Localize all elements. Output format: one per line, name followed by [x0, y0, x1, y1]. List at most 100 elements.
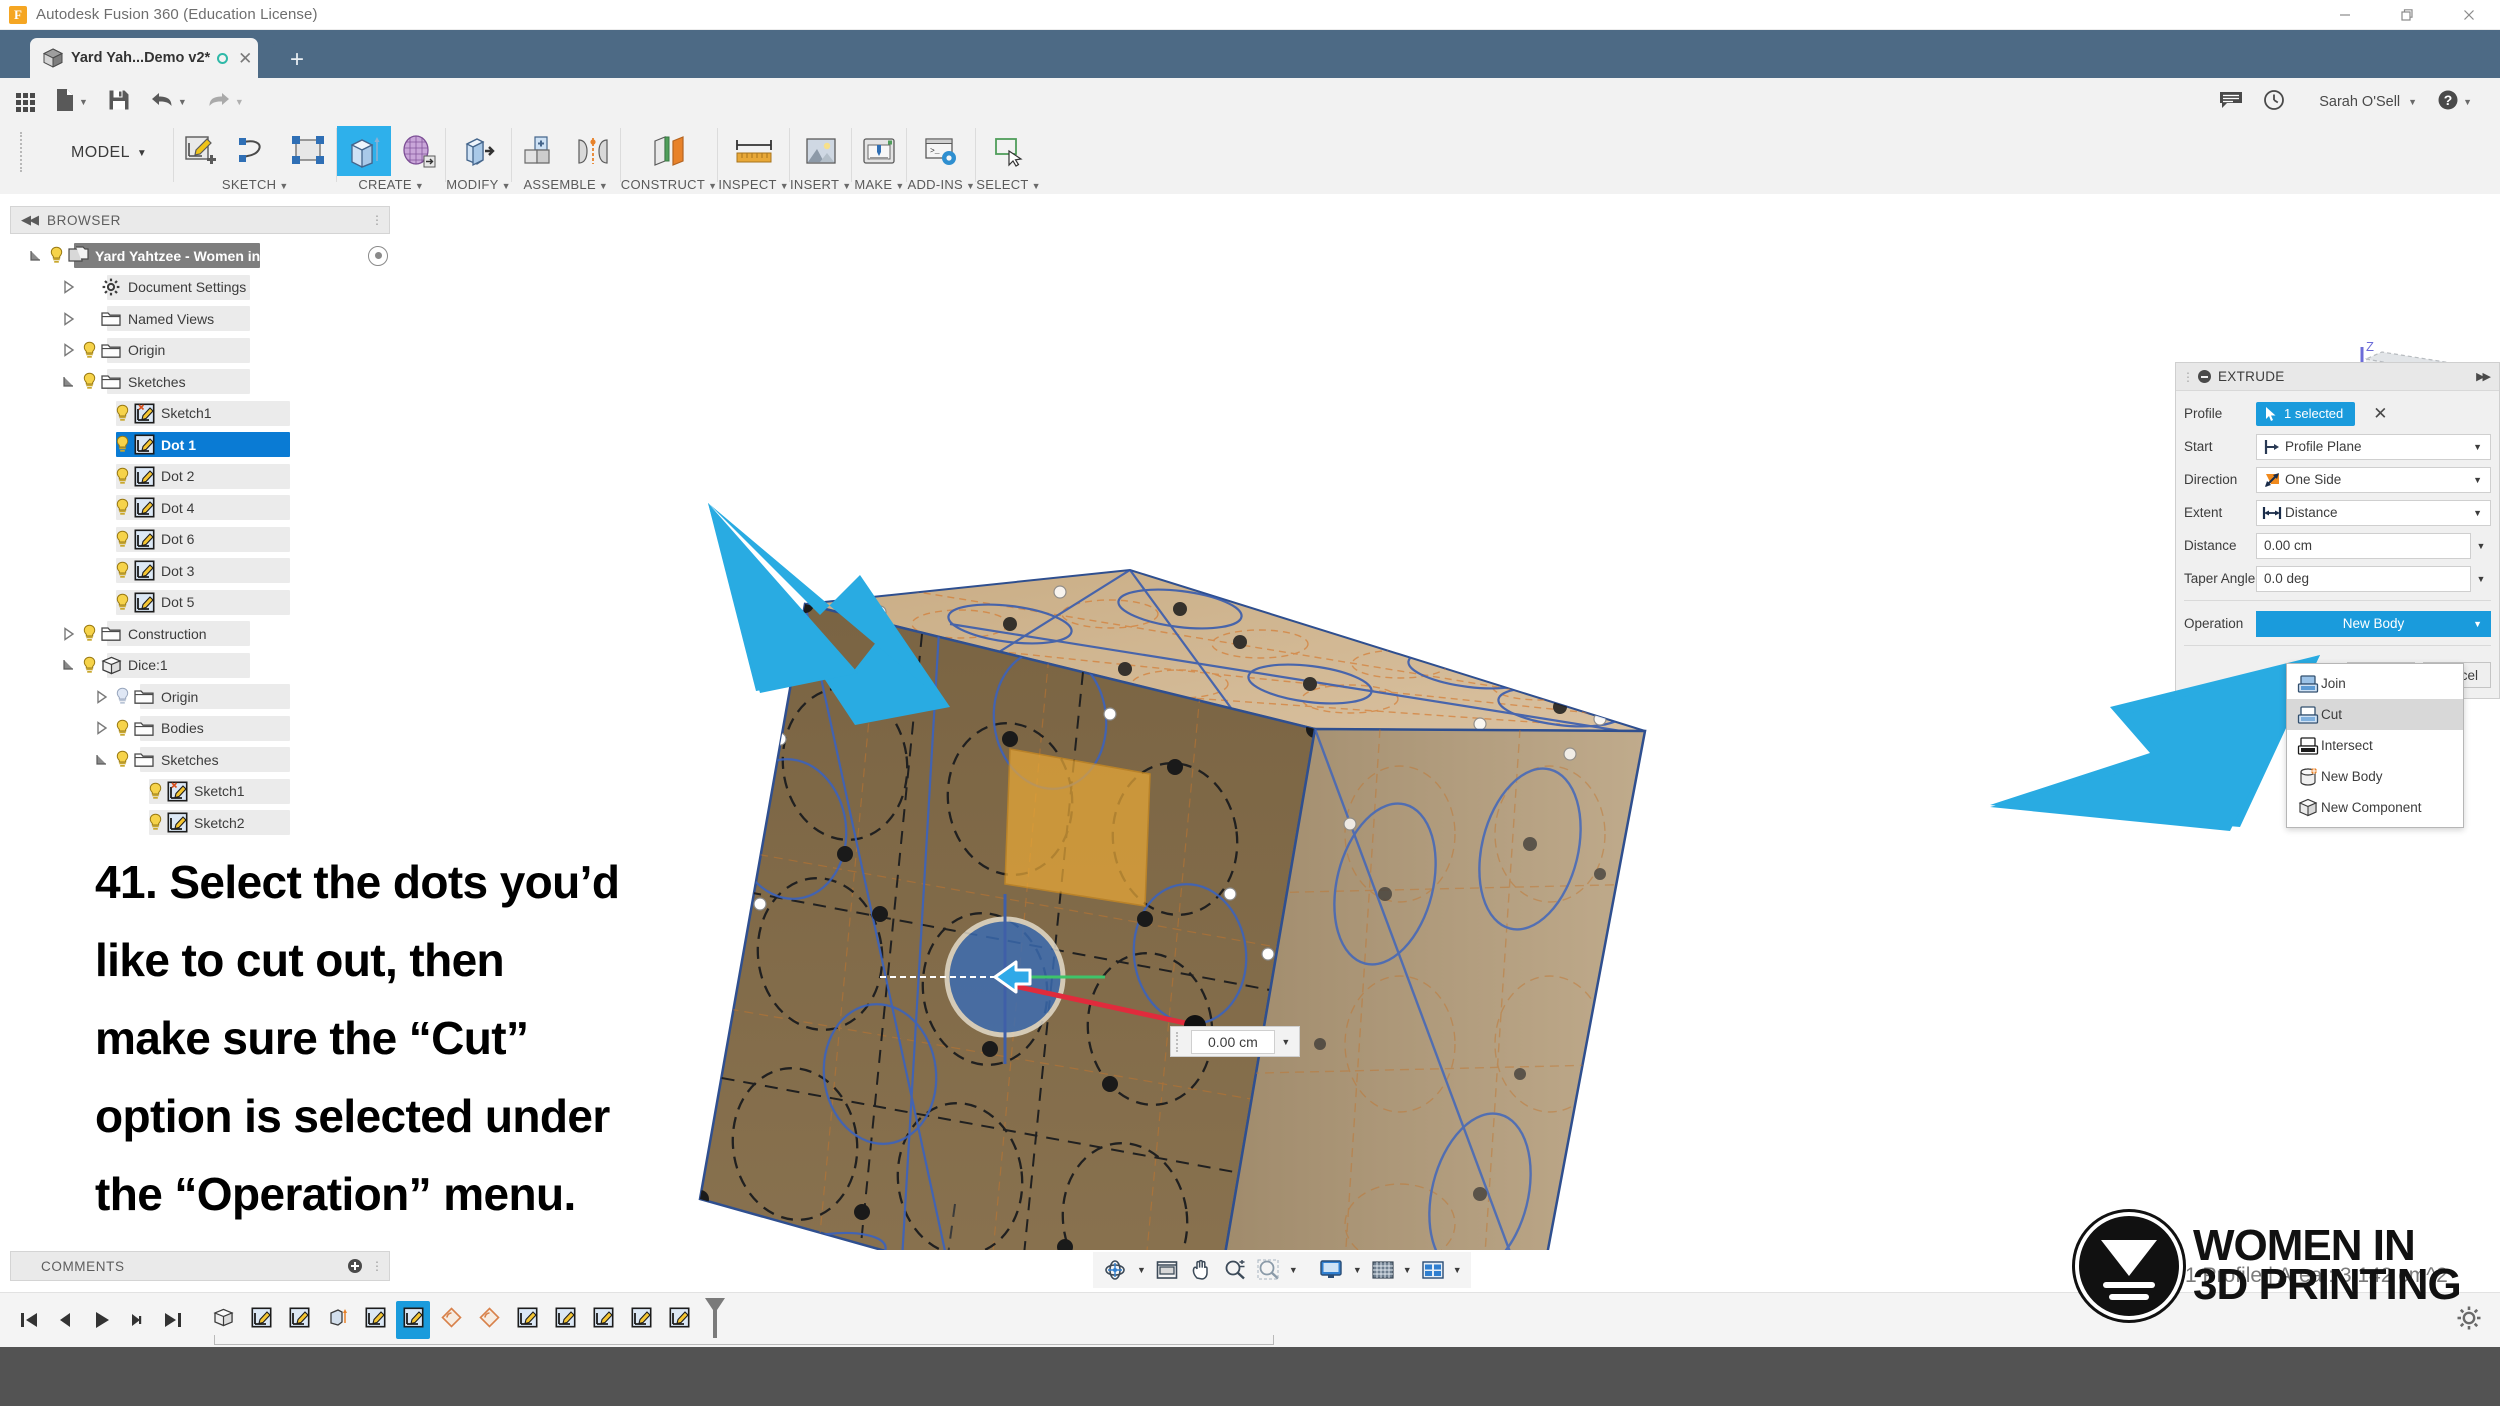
new-tab-button[interactable]: +: [272, 44, 322, 78]
add-comment-icon[interactable]: [347, 1258, 363, 1274]
taper-angle-input[interactable]: 0.0 deg: [2256, 565, 2471, 592]
timeline-feature-4[interactable]: [358, 1301, 392, 1339]
spline-button[interactable]: [228, 126, 282, 176]
press-pull-button[interactable]: [452, 126, 506, 176]
insert-image-button[interactable]: [794, 126, 848, 176]
orbit-button[interactable]: [1099, 1255, 1133, 1285]
tree-item-dot-2[interactable]: Dot 2: [10, 461, 400, 493]
tree-item-sketch2[interactable]: Sketch2: [10, 807, 400, 839]
visibility-bulb-icon[interactable]: [112, 593, 132, 612]
document-tab[interactable]: Yard Yah...Demo v2* ✕: [30, 38, 258, 78]
look-at-button[interactable]: [1151, 1255, 1183, 1285]
extrude-button[interactable]: [337, 126, 392, 176]
timeline-feature-8[interactable]: [510, 1301, 544, 1339]
tree-item-bodies[interactable]: Bodies: [10, 713, 400, 745]
expand-dialog-icon[interactable]: ▶▶: [2476, 370, 2493, 383]
operation-dropdown[interactable]: New Body ▼: [2256, 610, 2491, 637]
joint-button[interactable]: [566, 126, 620, 176]
tree-item-dot-4[interactable]: Dot 4: [10, 492, 400, 524]
chevron-down-icon[interactable]: ▼: [1353, 1265, 1362, 1275]
operation-menu-item-new-body[interactable]: New Body: [2287, 761, 2463, 792]
timeline-feature-11[interactable]: [624, 1301, 658, 1339]
tree-item-dice-1[interactable]: Dice:1: [10, 650, 400, 682]
chevron-down-icon[interactable]: ▼: [1137, 1265, 1146, 1275]
visibility-bulb-icon[interactable]: [145, 813, 165, 832]
chevron-collapsed-icon[interactable]: [59, 626, 79, 641]
tree-item-document-settings[interactable]: Document Settings: [10, 272, 400, 304]
chevron-expanded-icon[interactable]: [59, 375, 79, 389]
activate-component-icon[interactable]: [368, 245, 388, 266]
chevron-down-icon[interactable]: ▼: [1403, 1265, 1412, 1275]
visibility-bulb-icon[interactable]: [79, 372, 99, 391]
timeline-feature-9[interactable]: [548, 1301, 582, 1339]
extrude-dialog-header[interactable]: ⋮ EXTRUDE ▶▶: [2176, 363, 2499, 391]
ribbon-group-label-modify[interactable]: MODIFY ▼: [446, 177, 511, 192]
undo-button[interactable]: ▼: [140, 78, 197, 126]
tree-item-dot-5[interactable]: Dot 5: [10, 587, 400, 619]
visibility-bulb-icon[interactable]: [112, 750, 132, 769]
visibility-bulb-icon[interactable]: [79, 624, 99, 643]
user-menu[interactable]: Sarah O'Sell ▼: [2295, 78, 2427, 126]
chevron-collapsed-icon[interactable]: [92, 721, 112, 736]
distance-input[interactable]: 0.00 cm: [2256, 532, 2471, 559]
new-document-button[interactable]: ▼: [45, 78, 98, 126]
operation-menu-item-new-component[interactable]: New Component: [2287, 792, 2463, 823]
app-grid-button[interactable]: [0, 78, 45, 126]
visibility-bulb-icon[interactable]: [79, 341, 99, 360]
tree-item-dot-1[interactable]: Dot 1: [10, 429, 400, 461]
comments-button[interactable]: [2209, 78, 2253, 126]
offset-plane-button[interactable]: [642, 126, 696, 176]
chevron-down-icon[interactable]: ▼: [1453, 1265, 1462, 1275]
visibility-bulb-icon[interactable]: [112, 498, 132, 517]
clear-profile-icon[interactable]: ✕: [2373, 405, 2387, 422]
visibility-bulb-icon[interactable]: [112, 561, 132, 580]
collapse-dialog-icon[interactable]: [2198, 370, 2211, 383]
viewports-button[interactable]: [1417, 1255, 1449, 1285]
visibility-bulb-icon[interactable]: [112, 435, 132, 454]
save-button[interactable]: [98, 78, 140, 126]
chevron-down-icon[interactable]: ▼: [2471, 574, 2491, 584]
redo-button[interactable]: ▼: [197, 78, 254, 126]
tree-item-yard-yahtzee-women-in-3d-i[interactable]: Yard Yahtzee - Women in 3D I...: [10, 240, 400, 272]
timeline-feature-0[interactable]: [206, 1301, 240, 1339]
display-settings-button[interactable]: [1315, 1255, 1349, 1285]
close-icon[interactable]: [2438, 0, 2500, 30]
tree-item-named-views[interactable]: Named Views: [10, 303, 400, 335]
tree-item-dot-6[interactable]: Dot 6: [10, 524, 400, 556]
timeline-feature-12[interactable]: [662, 1301, 696, 1339]
tree-item-construction[interactable]: Construction: [10, 618, 400, 650]
mesh-button[interactable]: [391, 126, 445, 176]
ribbon-group-label-addins[interactable]: ADD-INS ▼: [907, 177, 975, 192]
chevron-collapsed-icon[interactable]: [59, 311, 79, 326]
scripts-addins-button[interactable]: >_: [914, 126, 968, 176]
workspace-selector[interactable]: MODEL ▼: [37, 126, 173, 180]
minimize-icon[interactable]: [2314, 0, 2376, 30]
rectangle-button[interactable]: [282, 126, 336, 176]
chevron-down-icon[interactable]: ▼: [1289, 1265, 1298, 1275]
visibility-bulb-icon[interactable]: [145, 782, 165, 801]
visibility-bulb-icon[interactable]: [79, 656, 99, 675]
timeline-feature-1[interactable]: [244, 1301, 278, 1339]
visibility-bulb-icon[interactable]: [46, 246, 66, 265]
step-back-icon[interactable]: [48, 1302, 82, 1338]
resize-grip-icon[interactable]: ⋮: [371, 1259, 383, 1273]
restore-icon[interactable]: [2376, 0, 2438, 30]
chevron-collapsed-icon[interactable]: [59, 343, 79, 358]
tree-item-sketches[interactable]: Sketches: [10, 366, 400, 398]
create-sketch-button[interactable]: [174, 126, 228, 176]
extent-dropdown[interactable]: Distance ▼: [2256, 499, 2491, 526]
chevron-down-icon[interactable]: ▼: [1275, 1037, 1297, 1047]
select-button[interactable]: [982, 126, 1036, 176]
play-icon[interactable]: [84, 1302, 118, 1338]
timeline-feature-10[interactable]: [586, 1301, 620, 1339]
zoom-window-button[interactable]: [1253, 1255, 1285, 1285]
ribbon-group-label-create[interactable]: CREATE ▼: [337, 177, 445, 192]
tree-item-sketch1[interactable]: Sketch1: [10, 776, 400, 808]
3d-print-button[interactable]: [852, 126, 906, 176]
profile-select-button[interactable]: 1 selected: [2256, 401, 2356, 426]
tree-item-origin[interactable]: Origin: [10, 681, 400, 713]
ribbon-group-label-sketch[interactable]: SKETCH ▼: [174, 177, 336, 192]
new-component-button[interactable]: [512, 126, 566, 176]
ribbon-group-label-select[interactable]: SELECT ▼: [976, 177, 1041, 192]
start-dropdown[interactable]: Profile Plane ▼: [2256, 433, 2491, 460]
